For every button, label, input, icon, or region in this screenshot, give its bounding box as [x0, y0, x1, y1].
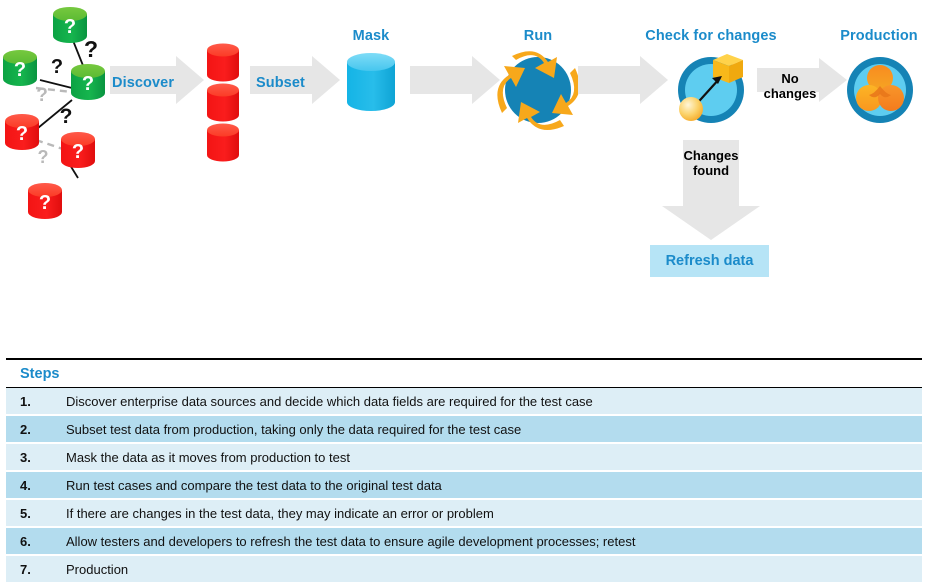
- run-tests-icon: [497, 51, 580, 131]
- svg-text:?: ?: [60, 105, 73, 128]
- step-number: 3.: [6, 443, 62, 471]
- steps-table: Steps 1. Discover enterprise data source…: [6, 358, 922, 584]
- no-changes-line-1: No: [781, 71, 799, 86]
- process-diagram: ? ? ? ? ? ? ? ? ? ? ? Mask Run Check for…: [0, 0, 930, 345]
- svg-text:?: ?: [84, 36, 98, 62]
- svg-text:?: ?: [38, 147, 49, 167]
- refresh-data-box[interactable]: Refresh data: [650, 245, 769, 277]
- svg-text:?: ?: [51, 56, 63, 78]
- run-to-check-arrow: [578, 56, 668, 104]
- stage-label-mask: Mask: [352, 28, 390, 44]
- stage-label-production: Production: [840, 28, 918, 44]
- svg-text:?: ?: [64, 16, 76, 38]
- svg-text:?: ?: [82, 73, 94, 95]
- stage-label-run: Run: [523, 28, 553, 44]
- unknown-source-cylinder: ?: [71, 64, 105, 100]
- refresh-data-label: Refresh data: [665, 253, 754, 269]
- unknown-source-cylinder: ?: [53, 7, 87, 43]
- steps-table-header-row: Steps: [6, 358, 922, 388]
- svg-text:?: ?: [72, 141, 84, 163]
- source-database-cylinder: [207, 43, 239, 82]
- changes-found-line-2: found: [692, 163, 730, 178]
- arrow-label-discover: Discover: [112, 75, 175, 91]
- stage-label-check-for-changes: Check for changes: [645, 28, 777, 44]
- step-number: 5.: [6, 499, 62, 527]
- step-description: Production: [62, 555, 922, 583]
- no-changes-line-2: changes: [763, 86, 817, 101]
- step-description: Run test cases and compare the test data…: [62, 471, 922, 499]
- step-description: Discover enterprise data sources and dec…: [62, 387, 922, 415]
- source-database-cylinder: [207, 123, 239, 162]
- svg-text:?: ?: [36, 85, 48, 106]
- svg-text:?: ?: [14, 59, 26, 81]
- table-row: 7. Production: [6, 555, 922, 583]
- changes-found-line-1: Changes: [683, 148, 739, 163]
- steps-table-body: 1. Discover enterprise data sources and …: [6, 387, 922, 583]
- step-number: 1.: [6, 387, 62, 415]
- arrow-label-subset: Subset: [256, 75, 305, 91]
- diagram-canvas: ? ? ? ? ? ? ? ? ? ? ?: [3, 7, 913, 240]
- table-row: 5. If there are changes in the test data…: [6, 499, 922, 527]
- check-for-changes-icon: [678, 54, 744, 123]
- step-number: 4.: [6, 471, 62, 499]
- svg-text:?: ?: [16, 123, 28, 145]
- table-row: 1. Discover enterprise data sources and …: [6, 387, 922, 415]
- table-row: 6. Allow testers and developers to refre…: [6, 527, 922, 555]
- arrow-label-changes-found: Changes found: [673, 148, 749, 178]
- step-description: Allow testers and developers to refresh …: [62, 527, 922, 555]
- production-icon: [847, 57, 913, 123]
- step-number: 6.: [6, 527, 62, 555]
- unknown-source-cylinder: ?: [28, 183, 62, 219]
- unknown-source-cylinder: ?: [3, 50, 37, 86]
- unknown-source-cylinder: ?: [61, 132, 95, 168]
- steps-table-header-label: Steps: [6, 358, 922, 388]
- table-row: 3. Mask the data as it moves from produc…: [6, 443, 922, 471]
- table-row: 4. Run test cases and compare the test d…: [6, 471, 922, 499]
- source-database-cylinder: [207, 83, 239, 122]
- step-description: If there are changes in the test data, t…: [62, 499, 922, 527]
- table-row: 2. Subset test data from production, tak…: [6, 415, 922, 443]
- step-number: 7.: [6, 555, 62, 583]
- masked-database-cylinder: [347, 53, 395, 111]
- svg-text:?: ?: [39, 192, 51, 214]
- arrow-label-no-changes: No changes: [759, 71, 821, 101]
- step-description: Mask the data as it moves from productio…: [62, 443, 922, 471]
- unknown-source-cylinder: ?: [5, 114, 39, 150]
- mask-to-run-arrow: [410, 56, 500, 104]
- step-number: 2.: [6, 415, 62, 443]
- step-description: Subset test data from production, taking…: [62, 415, 922, 443]
